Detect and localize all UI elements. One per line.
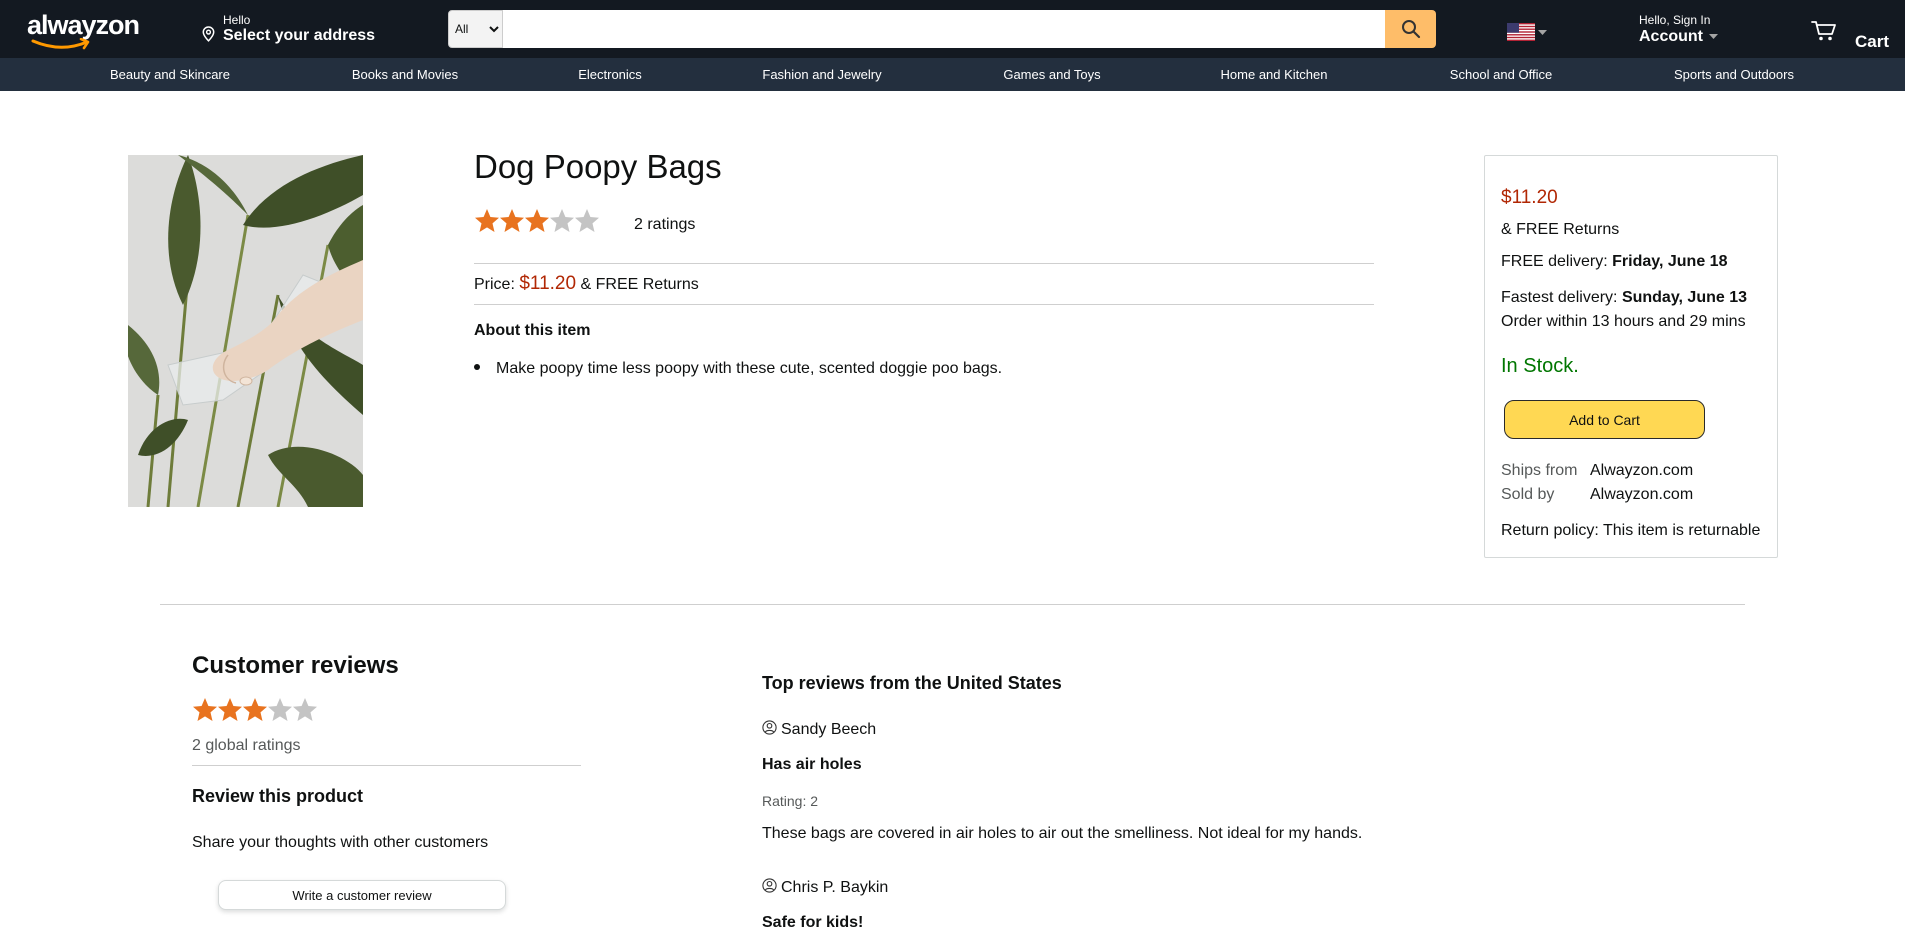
- ratings-count-link[interactable]: 2 ratings: [634, 216, 695, 234]
- product-title: Dog Poopy Bags: [474, 148, 722, 185]
- category-nav: Beauty and Skincare Books and Movies Ele…: [0, 58, 1905, 91]
- review-title: Safe for kids!: [762, 914, 864, 931]
- star-icon: [243, 698, 267, 721]
- star-rating-icons: [193, 698, 317, 721]
- product-photo: [128, 155, 363, 507]
- top-reviews-heading: Top reviews from the United States: [762, 673, 1062, 693]
- nav-item-electronics[interactable]: Electronics: [578, 67, 642, 82]
- review-product-heading: Review this product: [192, 786, 364, 806]
- user-circle-icon: [762, 878, 777, 893]
- user-circle-icon: [762, 720, 777, 735]
- fastest-delivery: Fastest delivery: Sunday, June 13: [1501, 289, 1747, 307]
- review-author: Sandy Beech: [762, 720, 876, 739]
- nav-item-school-office[interactable]: School and Office: [1450, 67, 1552, 82]
- product-image[interactable]: [128, 155, 363, 507]
- free-delivery-date: Friday, June 18: [1612, 253, 1728, 270]
- logo-smile-icon: [31, 38, 90, 50]
- free-delivery: FREE delivery: Friday, June 18: [1501, 253, 1727, 271]
- star-icon: [525, 209, 549, 232]
- buybox-price: $11.20: [1501, 187, 1558, 208]
- logo-text: alwayzon: [27, 10, 140, 40]
- star-icon: [500, 209, 524, 232]
- top-header: alwayzon Hello Select your address All H…: [0, 0, 1905, 58]
- chevron-down-icon: [1709, 34, 1718, 40]
- nav-item-beauty-skincare[interactable]: Beauty and Skincare: [110, 67, 230, 82]
- review-author-name: Sandy Beech: [781, 721, 877, 738]
- cart-button[interactable]: Cart: [1811, 20, 1889, 51]
- account-label: Account: [1639, 28, 1703, 45]
- write-review-button[interactable]: Write a customer review: [218, 880, 506, 910]
- review-author-name: Chris P. Baykin: [781, 879, 889, 896]
- account-label-row: Account: [1639, 28, 1718, 46]
- account-menu[interactable]: Hello, Sign In Account: [1639, 13, 1718, 46]
- free-delivery-label: FREE delivery:: [1501, 253, 1608, 270]
- return-policy: Return policy: This item is returnable: [1501, 522, 1761, 539]
- fastest-delivery-date: Sunday, June 13: [1621, 289, 1748, 306]
- feature-bullet-text: Make poopy time less poopy with these cu…: [496, 360, 1003, 377]
- nav-item-books-movies[interactable]: Books and Movies: [352, 67, 458, 82]
- address-hello: Hello: [223, 13, 251, 27]
- nav-item-fashion-jewelry[interactable]: Fashion and Jewelry: [762, 67, 881, 82]
- fastest-delivery-label: Fastest delivery:: [1501, 289, 1618, 306]
- reviews-star-rating: [192, 697, 320, 728]
- review-body: These bags are covered in air holes to a…: [762, 825, 1363, 842]
- price-label: Price:: [474, 276, 515, 293]
- location-pin-icon: [202, 26, 215, 42]
- product-price: $11.20: [519, 273, 577, 294]
- cart-icon: [1811, 21, 1836, 41]
- feature-bullet: Make poopy time less poopy with these cu…: [474, 360, 1002, 378]
- add-to-cart-button[interactable]: Add to Cart: [1504, 400, 1705, 439]
- star-icon: [268, 698, 292, 721]
- section-divider: [160, 604, 1745, 605]
- chevron-down-icon: [1538, 30, 1547, 35]
- divider: [474, 263, 1374, 264]
- buybox-returns: & FREE Returns: [1501, 221, 1620, 238]
- nav-item-sports-outdoors[interactable]: Sports and Outdoors: [1674, 67, 1794, 82]
- star-icon: [550, 209, 574, 232]
- search-bar: All: [448, 10, 1436, 48]
- star-rating-icons: [475, 209, 599, 232]
- ships-from-label: Ships from: [1501, 462, 1578, 479]
- search-button[interactable]: [1385, 10, 1436, 48]
- global-ratings-count: 2 global ratings: [192, 737, 301, 754]
- review-title: Has air holes: [762, 756, 862, 773]
- divider: [474, 304, 1374, 305]
- alwayzon-logo[interactable]: alwayzon: [27, 10, 140, 52]
- star-icon: [293, 698, 317, 721]
- search-category-select[interactable]: All: [448, 10, 503, 48]
- stock-status: In Stock.: [1501, 355, 1579, 377]
- address-select: Select your address: [223, 27, 376, 44]
- star-icon: [575, 209, 599, 232]
- price-line: Price: $11.20 & FREE Returns: [474, 273, 699, 295]
- product-star-rating[interactable]: [474, 208, 602, 239]
- language-flag-selector[interactable]: [1507, 23, 1547, 41]
- sold-by-label: Sold by: [1501, 486, 1555, 503]
- bullet-dot: [474, 364, 480, 371]
- buy-box: $11.20 & FREE Returns FREE delivery: Fri…: [1484, 155, 1778, 558]
- nav-item-home-kitchen[interactable]: Home and Kitchen: [1221, 67, 1328, 82]
- order-within: Order within 13 hours and 29 mins: [1501, 313, 1746, 330]
- divider: [192, 765, 581, 766]
- sold-by-value: Alwayzon.com: [1590, 486, 1694, 503]
- search-input[interactable]: [503, 10, 1385, 48]
- ships-from-value: Alwayzon.com: [1590, 462, 1694, 479]
- cart-label: Cart: [1855, 32, 1890, 51]
- star-icon: [218, 698, 242, 721]
- review-rating: Rating: 2: [762, 793, 819, 809]
- star-icon: [193, 698, 217, 721]
- share-thoughts-text: Share your thoughts with other customers: [192, 834, 489, 851]
- us-flag-icon: [1507, 23, 1535, 41]
- price-suffix: & FREE Returns: [580, 276, 699, 293]
- customer-reviews-title: Customer reviews: [192, 652, 399, 679]
- review-author: Chris P. Baykin: [762, 878, 888, 897]
- search-icon: [1401, 20, 1420, 39]
- nav-item-games-toys[interactable]: Games and Toys: [1003, 67, 1100, 82]
- about-heading: About this item: [474, 322, 591, 339]
- star-icon: [475, 209, 499, 232]
- account-greeting: Hello, Sign In: [1639, 13, 1711, 27]
